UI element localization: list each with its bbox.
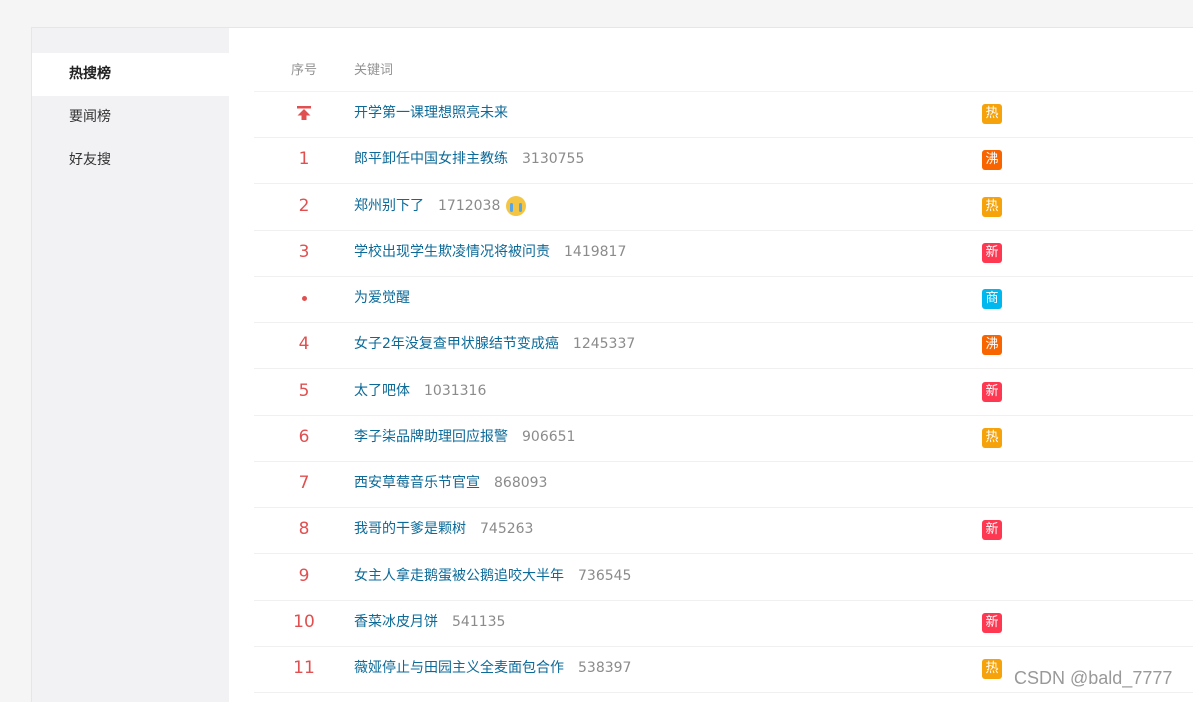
table-row: 10 香菜冰皮月饼 541135 新 — [254, 600, 1193, 647]
status-badge: 新 — [982, 520, 1002, 540]
table-row: 3 学校出现学生欺凌情况将被问责 1419817 新 — [254, 230, 1193, 277]
sidebar-item-friends-search[interactable]: 好友搜 — [32, 139, 229, 182]
keyword-link[interactable]: 我哥的干爹是颗树 — [354, 521, 466, 537]
table-row: 2 郑州别下了 1712038 热 — [254, 184, 1193, 231]
keyword-cell: 郎平卸任中国女排主教练 3130755 — [354, 137, 584, 182]
ranking-table: 序号 关键词 开学第一课理想照亮未来热 1 郎平卸任中国女排主教练 3130755 沸 2… — [229, 28, 1193, 702]
table-row: 为爱觉醒 商 — [254, 276, 1193, 323]
rank-number: 8 — [298, 519, 310, 539]
status-badge: 新 — [982, 613, 1002, 633]
search-count: 1712038 — [438, 198, 501, 214]
table-row: 9 女主人拿走鹅蛋被公鹅追咬大半年 736545 — [254, 554, 1193, 601]
search-count: 1419817 — [564, 244, 627, 260]
search-count: 906651 — [522, 429, 576, 445]
keyword-cell: 香菜冰皮月饼 541135 — [354, 600, 505, 645]
keyword-link[interactable]: 为爱觉醒 — [354, 290, 410, 306]
status-badge: 沸 — [982, 335, 1002, 355]
keyword-link[interactable]: 香菜冰皮月饼 — [354, 614, 438, 630]
keyword-link[interactable]: 女主人拿走鹅蛋被公鹅追咬大半年 — [354, 568, 564, 584]
keyword-cell: 为爱觉醒 — [354, 276, 410, 321]
rank-number: 6 — [298, 427, 310, 447]
search-count: 538397 — [578, 660, 632, 676]
keyword-link[interactable]: 学校出现学生欺凌情况将被问责 — [354, 244, 550, 260]
keyword-cell: 西安草莓音乐节官宣 868093 — [354, 461, 547, 506]
table-row: 1 郎平卸任中国女排主教练 3130755 沸 — [254, 137, 1193, 184]
keyword-link[interactable]: 开学第一课理想照亮未来 — [354, 105, 508, 121]
table-row: 开学第一课理想照亮未来 热 — [254, 91, 1193, 138]
rank-number: 2 — [298, 196, 310, 216]
table-header: 序号 关键词 — [254, 56, 1193, 92]
keyword-cell: 学校出现学生欺凌情况将被问责 1419817 — [354, 230, 626, 275]
watermark: CSDN @bald_7777 — [1014, 668, 1173, 688]
search-count: 1245337 — [572, 336, 636, 352]
rank-number: 3 — [298, 242, 310, 262]
status-badge: 热 — [982, 659, 1002, 679]
keyword-link[interactable]: 薇娅停止与田园主义全麦面包合作 — [354, 660, 564, 676]
keyword-link[interactable]: 郑州别下了 — [354, 198, 424, 214]
status-badge: 热 — [982, 104, 1002, 124]
status-badge: 沸 — [982, 150, 1002, 170]
rank-number: 10 — [293, 612, 315, 632]
status-badge: 热 — [982, 197, 1002, 217]
table-row: 4 女子2年没复查甲状腺结节变成癌 1245337 沸 — [254, 322, 1193, 369]
keyword-link[interactable]: 西安草莓音乐节官宣 — [354, 475, 480, 491]
search-count: 1031316 — [424, 383, 487, 399]
search-count: 3130755 — [522, 151, 585, 167]
sidebar-item-news[interactable]: 要闻榜 — [32, 96, 229, 139]
search-count: 745263 — [480, 521, 534, 537]
rank-number: 4 — [298, 334, 310, 354]
keyword-link[interactable]: 女子2年没复查甲状腺结节变成癌 — [354, 336, 559, 352]
sidebar: 热搜榜 要闻榜 好友搜 — [32, 28, 229, 702]
pinned-top-icon — [254, 91, 354, 136]
header-keyword: 关键词 — [354, 63, 394, 78]
status-badge: 商 — [982, 289, 1002, 309]
table-row: 6 李子柒品牌助理回应报警 906651 热 — [254, 415, 1193, 462]
promoted-dot-icon — [254, 276, 354, 321]
keyword-cell: 薇娅停止与田园主义全麦面包合作 538397 — [354, 646, 631, 691]
hot-search-panel: 热搜榜 要闻榜 好友搜 序号 关键词 开学第一课理想照亮未来热 1 郎平卸任中国女排… — [31, 27, 1193, 702]
keyword-cell: 郑州别下了 1712038 — [354, 184, 527, 229]
keyword-cell: 我哥的干爹是颗树 745263 — [354, 507, 533, 552]
keyword-cell: 开学第一课理想照亮未来 — [354, 91, 508, 136]
search-count: 541135 — [452, 614, 506, 630]
rank-number: 1 — [298, 149, 310, 169]
crying-face-icon — [506, 196, 527, 216]
keyword-cell: 女子2年没复查甲状腺结节变成癌 1245337 — [354, 322, 635, 367]
search-count: 868093 — [494, 475, 548, 491]
status-badge: 新 — [982, 243, 1002, 263]
keyword-link[interactable]: 太了吧体 — [354, 383, 410, 399]
keyword-cell: 女主人拿走鹅蛋被公鹅追咬大半年 736545 — [354, 554, 631, 599]
rank-number: 11 — [293, 658, 315, 678]
rank-number: 7 — [298, 473, 310, 493]
table-row: 7 西安草莓音乐节官宣 868093 — [254, 461, 1193, 508]
status-badge: 热 — [982, 428, 1002, 448]
keyword-cell: 李子柒品牌助理回应报警 906651 — [354, 415, 575, 460]
rank-number: 5 — [298, 381, 310, 401]
header-rank: 序号 — [290, 63, 317, 78]
status-badge: 新 — [982, 382, 1002, 402]
sidebar-item-hot-search[interactable]: 热搜榜 — [32, 53, 229, 96]
keyword-cell: 太了吧体 1031316 — [354, 369, 486, 414]
keyword-link[interactable]: 李子柒品牌助理回应报警 — [354, 429, 508, 445]
search-count: 736545 — [578, 568, 632, 584]
table-row: 5 太了吧体 1031316 新 — [254, 369, 1193, 416]
table-row: 8 我哥的干爹是颗树 745263 新 — [254, 507, 1193, 554]
rank-number: 9 — [298, 566, 310, 586]
keyword-link[interactable]: 郎平卸任中国女排主教练 — [354, 151, 508, 167]
